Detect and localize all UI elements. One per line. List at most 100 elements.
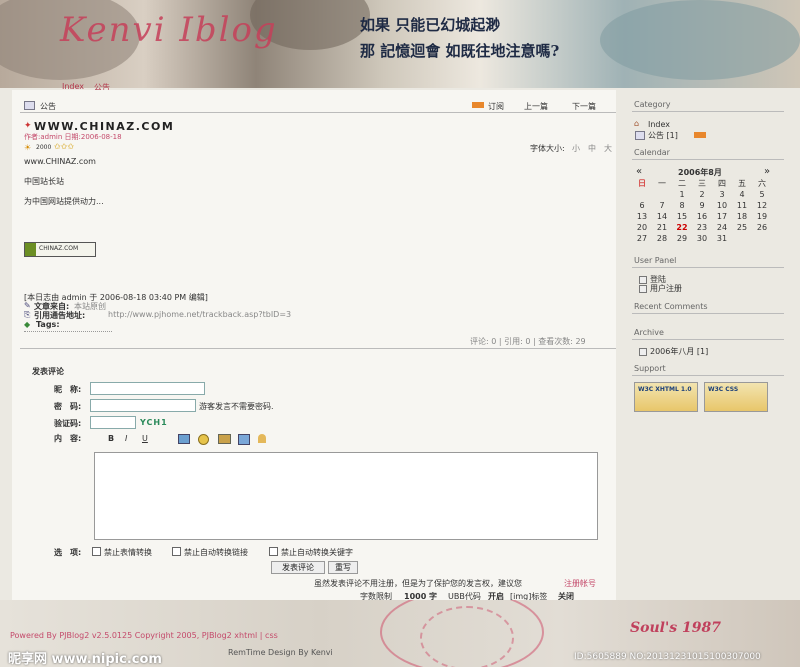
nickname-input[interactable] — [90, 382, 205, 395]
emoticon-icon[interactable] — [198, 434, 209, 445]
divider — [632, 313, 784, 314]
weekday: 三 — [698, 179, 706, 188]
calendar-day: 3 — [719, 190, 725, 199]
breadcrumb[interactable]: 公告 — [40, 101, 56, 112]
calendar-day: 28 — [656, 234, 668, 243]
calendar-day: 9 — [699, 201, 705, 210]
trackback-url[interactable]: http://www.pjhome.net/trackback.asp?tbID… — [108, 310, 291, 319]
calendar-day: 25 — [736, 223, 748, 232]
password-hint: 游客发言不需要密码. — [199, 402, 274, 411]
category-announcement[interactable]: 公告 [1] — [648, 130, 678, 141]
user-icon[interactable] — [258, 434, 266, 443]
prev-post-link[interactable]: 上一篇 — [524, 101, 548, 112]
calendar-day: 27 — [636, 234, 648, 243]
main-content: 公告 订阅 上一篇 下一篇 ✦ WWW.CHINAZ.COM 作者:admin … — [12, 90, 616, 620]
divider — [24, 331, 112, 332]
tags-label: Tags: — [36, 320, 60, 329]
next-post-link[interactable]: 下一篇 — [572, 101, 596, 112]
calendar-day: 11 — [736, 201, 748, 210]
calendar-prev[interactable]: « — [636, 166, 642, 177]
header-banner: Kenvi Iblog 如果 只能已幻城起渺 那 記憶迴會 如既往地注意嗎? — [0, 0, 800, 88]
document-icon — [635, 131, 645, 140]
bold-button[interactable]: B — [108, 434, 114, 443]
image-icon[interactable] — [178, 434, 190, 444]
option-label: 禁止自动转换链接 — [184, 548, 248, 557]
calendar-day — [752, 233, 772, 244]
rating-label: 2000 — [36, 144, 52, 151]
italic-button[interactable]: I — [125, 434, 127, 443]
calendar-day: 19 — [756, 212, 768, 221]
calendar-day: 5 — [759, 190, 765, 199]
captcha-input[interactable] — [90, 416, 136, 429]
weekday: 五 — [738, 179, 746, 188]
calendar-day — [632, 189, 652, 200]
divider — [20, 348, 616, 349]
captcha-label: 验证码: — [54, 419, 82, 428]
font-size-large[interactable]: 大 — [604, 143, 612, 154]
badge-text: W3C XHTML 1.0 — [638, 386, 692, 393]
divider — [632, 375, 784, 376]
post-body-line: www.CHINAZ.com — [24, 157, 96, 166]
logo-text: CHINAZ.COM — [39, 245, 79, 252]
options-label: 选 项: — [54, 548, 82, 557]
calendar-weekdays: 日 一 二 三 四 五 六 — [632, 178, 772, 189]
comment-heading: 发表评论 — [32, 367, 64, 376]
post-body-line: 为中国网站提供动力... — [24, 197, 104, 206]
weather-icon: ☀ — [24, 143, 32, 152]
chinaz-logo[interactable]: CHINAZ.COM — [24, 242, 96, 257]
xhtml-badge[interactable]: W3C XHTML 1.0 — [634, 382, 698, 412]
css-badge[interactable]: W3C CSS — [704, 382, 768, 412]
divider — [632, 339, 784, 340]
captcha-image: YCH1 — [140, 418, 168, 427]
calendar-day-today[interactable]: 22 — [672, 222, 692, 233]
calendar-day: 16 — [696, 212, 708, 221]
archive-item[interactable]: 2006年八月 [1] — [650, 346, 708, 357]
calendar-day: 15 — [676, 212, 688, 221]
category-title: Category — [634, 100, 671, 109]
calendar-day: 20 — [636, 223, 648, 232]
design-credit: RemTime Design By Kenvi — [228, 648, 333, 657]
comment-textarea[interactable] — [94, 452, 598, 540]
divider — [20, 112, 616, 113]
underline-button[interactable]: U — [142, 434, 148, 443]
password-label: 密 码: — [54, 402, 82, 411]
calendar-day: 17 — [716, 212, 728, 221]
divider — [632, 111, 784, 112]
banner-tagline-2: 那 記憶迴會 如既往地注意嗎? — [360, 42, 560, 60]
font-size-medium[interactable]: 中 — [588, 143, 596, 154]
submit-comment-button[interactable]: 发表评论 — [271, 561, 325, 574]
calendar-day: 6 — [639, 201, 645, 210]
weekday: 二 — [678, 179, 686, 188]
weekday: 六 — [758, 179, 766, 188]
calendar-day: 4 — [739, 190, 745, 199]
title-bullet-icon: ✦ — [24, 121, 32, 131]
rss-icon[interactable] — [694, 132, 706, 138]
weekday: 四 — [718, 179, 726, 188]
subscribe-link[interactable]: 订阅 — [488, 101, 504, 112]
post-body-line: 中国站长站 — [24, 177, 64, 186]
option-checkbox[interactable] — [172, 547, 181, 556]
option-checkbox[interactable] — [92, 547, 101, 556]
link-icon[interactable] — [218, 434, 231, 444]
reset-button[interactable]: 重写 — [328, 561, 358, 574]
quote-icon[interactable] — [238, 434, 250, 445]
sidebar: Category ⌂ Index 公告 [1] Calendar « 2006年… — [626, 90, 790, 620]
option-checkbox[interactable] — [269, 547, 278, 556]
signature: Soul's 1987 — [630, 620, 721, 636]
password-input[interactable] — [90, 399, 196, 412]
font-size-small[interactable]: 小 — [572, 143, 580, 154]
source-icon: ✎ — [24, 301, 31, 310]
powered-by[interactable]: Powered By PJBlog2 v2.5.0125 Copyright 2… — [10, 631, 278, 640]
calendar-next[interactable]: » — [764, 166, 770, 177]
rss-icon[interactable] — [472, 102, 484, 108]
register-link[interactable]: 用户注册 — [650, 283, 682, 294]
calendar-day: 26 — [756, 223, 768, 232]
tag-icon: ◆ — [24, 320, 31, 329]
archive-title: Archive — [634, 328, 664, 337]
register-link[interactable]: 注册帐号 — [564, 578, 596, 589]
footer: Powered By PJBlog2 v2.5.0125 Copyright 2… — [0, 600, 800, 667]
category-index[interactable]: Index — [648, 120, 670, 129]
trackback-icon: ⎘ — [24, 310, 31, 319]
site-brand[interactable]: Kenvi Iblog — [60, 10, 278, 50]
user-panel-title: User Panel — [634, 256, 677, 265]
